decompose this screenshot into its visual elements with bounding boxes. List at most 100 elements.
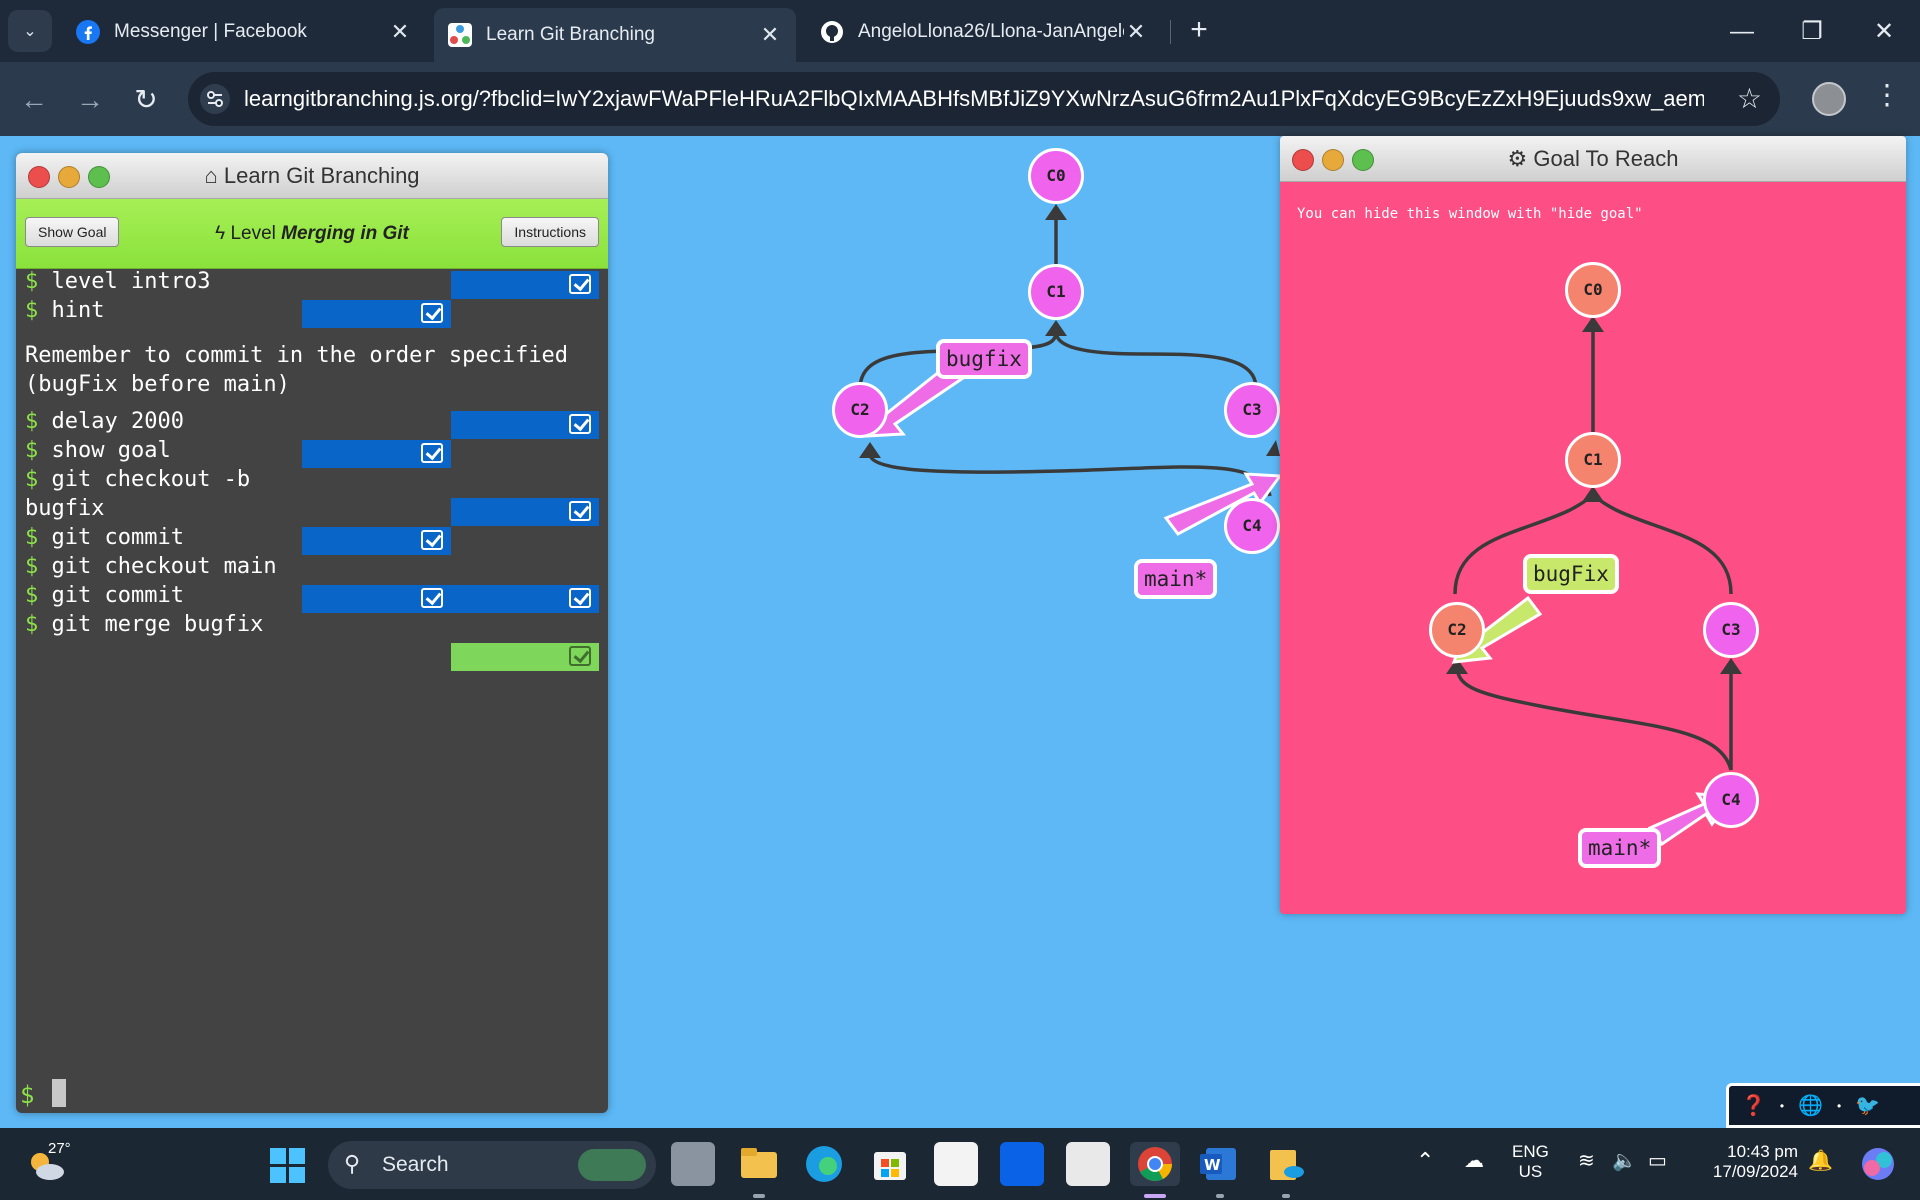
branch-label-bugfix[interactable]: bugfix (936, 339, 1032, 379)
command-status (302, 440, 451, 468)
checkbox-icon (569, 646, 591, 666)
onedrive-folder-icon[interactable] (1264, 1142, 1308, 1186)
taskbar: 27° ⚲ Search W ⌃ ☁ ENG US ≋ 🔈 ▭ 10:43 pm (0, 1128, 1920, 1200)
word-icon[interactable]: W (1198, 1142, 1242, 1186)
goal-branch-label-main: main* (1578, 828, 1662, 868)
command-line: $ git commit (25, 525, 184, 550)
separator-dot: • (1837, 1098, 1842, 1113)
help-icon[interactable]: ❓ (1741, 1093, 1766, 1118)
clock-time: 10:43 pm (1727, 1142, 1798, 1161)
chrome-icon[interactable] (1130, 1142, 1180, 1186)
level-name: Merging in Git (281, 223, 409, 244)
site-settings-icon[interactable] (200, 84, 230, 114)
command-prompt: $ (20, 1081, 35, 1109)
back-icon[interactable]: ← (14, 80, 54, 120)
globe-icon[interactable]: 🌐 (1798, 1093, 1823, 1118)
command-line: $ delay 2000 (25, 409, 184, 434)
github-icon (821, 21, 843, 43)
dropbox-icon[interactable] (1000, 1142, 1044, 1186)
app-indicator-active (1144, 1194, 1166, 1198)
tab-separator (1170, 20, 1171, 44)
wifi-icon[interactable]: ≋ (1578, 1148, 1595, 1173)
branch-label-main[interactable]: main* (1134, 559, 1218, 599)
checkbox-icon (421, 443, 443, 463)
checkbox-icon (421, 303, 443, 323)
app-indicator (1216, 1194, 1224, 1198)
menu-icon[interactable]: ⋮ (1873, 78, 1901, 111)
instructions-button[interactable]: Instructions (501, 217, 599, 247)
address-bar[interactable]: learngitbranching.js.org/?fbclid=IwY2xja… (188, 72, 1780, 126)
commit-node-c4[interactable]: C4 (1224, 498, 1280, 554)
clock[interactable]: 10:43 pm 17/09/2024 (1696, 1142, 1798, 1182)
command-status (451, 411, 599, 439)
close-tab-icon[interactable]: ✕ (758, 22, 782, 48)
command-line: $ git checkout -b (25, 467, 251, 492)
commit-node-c0[interactable]: C0 (1028, 148, 1084, 204)
copilot-icon[interactable] (1858, 1144, 1898, 1189)
amazon-icon[interactable] (934, 1142, 978, 1186)
command-line: $ git checkout main (25, 554, 277, 579)
tab-title: Messenger | Facebook (114, 21, 307, 42)
command-window-titlebar[interactable]: ⌂ Learn Git Branching (16, 153, 608, 199)
microsoft-store-icon[interactable] (868, 1142, 912, 1186)
close-tab-icon[interactable]: ✕ (388, 19, 412, 45)
goal-commit-c3: C3 (1703, 602, 1759, 658)
tab-messenger[interactable]: Messenger | Facebook ✕ (62, 10, 426, 54)
tab-learn-git-branching[interactable]: Learn Git Branching ✕ (434, 8, 796, 62)
command-status (302, 300, 451, 328)
search-label: Search (382, 1153, 449, 1176)
close-tab-icon[interactable]: ✕ (1124, 19, 1148, 45)
file-explorer-icon[interactable] (737, 1142, 781, 1186)
show-hidden-icons-chevron-icon[interactable]: ⌃ (1416, 1148, 1434, 1174)
goal-commit-c4: C4 (1703, 772, 1759, 828)
command-status (451, 271, 599, 299)
bookmark-star-icon[interactable]: ☆ (1737, 82, 1762, 115)
restore-icon[interactable]: ❐ (1792, 12, 1832, 52)
tab-github[interactable]: AngeloLlona26/Llona-JanAngelo ✕ (806, 10, 1162, 54)
windows-start-icon[interactable] (270, 1148, 306, 1184)
volume-icon[interactable]: 🔈 (1612, 1148, 1637, 1173)
close-window-icon[interactable]: ✕ (1864, 12, 1904, 52)
language-indicator[interactable]: ENG US (1512, 1142, 1549, 1182)
profile-avatar[interactable] (1812, 82, 1846, 116)
commit-node-c2[interactable]: C2 (832, 382, 888, 438)
tab-search-button[interactable]: ⌄ (8, 10, 52, 52)
task-view-icon[interactable] (671, 1142, 715, 1186)
clock-date: 17/09/2024 (1712, 1162, 1798, 1181)
checkbox-icon (569, 414, 591, 434)
chevron-down-icon: ⌄ (23, 23, 37, 40)
command-line-continued: bugfix (25, 496, 105, 521)
forward-icon[interactable]: → (70, 80, 110, 120)
tab-title: AngeloLlona26/Llona-JanAngelo (858, 21, 1124, 42)
command-line: $ show goal (25, 438, 171, 463)
twitter-icon[interactable]: 🐦 (1855, 1093, 1880, 1118)
tab-bar: ⌄ Messenger | Facebook ✕ Learn Git Branc… (0, 0, 1920, 62)
svg-text:W: W (1204, 1156, 1221, 1174)
new-tab-icon[interactable]: + (1183, 13, 1215, 47)
command-status-final (451, 643, 599, 671)
checkbox-icon (421, 588, 443, 608)
checkbox-icon (421, 530, 443, 550)
onedrive-status-icon[interactable]: ☁ (1464, 1148, 1484, 1173)
help-corner: ❓ • 🌐 • 🐦 (1726, 1083, 1920, 1128)
goal-commit-c2: C2 (1429, 602, 1485, 658)
command-status (302, 585, 599, 613)
level-bar: Show Goal ϟ Level Merging in Git Instruc… (16, 199, 608, 269)
git-tree-visualization: C0 C1 C2 C3 C4 bugfix main* (620, 136, 1280, 1126)
taskbar-search[interactable]: ⚲ Search (328, 1141, 656, 1189)
command-input[interactable] (52, 1079, 66, 1107)
checkbox-icon (569, 588, 591, 608)
command-line: $ level intro3 (25, 269, 211, 294)
amazon-shopping-icon[interactable] (1066, 1142, 1110, 1186)
facebook-icon (76, 20, 100, 44)
notification-bell-icon[interactable]: 🔔 (1808, 1148, 1833, 1173)
window-title: Learn Git Branching (223, 163, 420, 188)
minimize-icon[interactable]: — (1722, 12, 1762, 52)
commit-node-c3[interactable]: C3 (1224, 382, 1280, 438)
battery-icon[interactable]: ▭ (1648, 1148, 1667, 1173)
reload-icon[interactable]: ↻ (126, 80, 166, 120)
commit-node-c1[interactable]: C1 (1028, 264, 1084, 320)
command-status (302, 527, 451, 555)
edge-icon[interactable] (802, 1142, 846, 1186)
goal-commit-edges (1446, 316, 1742, 847)
